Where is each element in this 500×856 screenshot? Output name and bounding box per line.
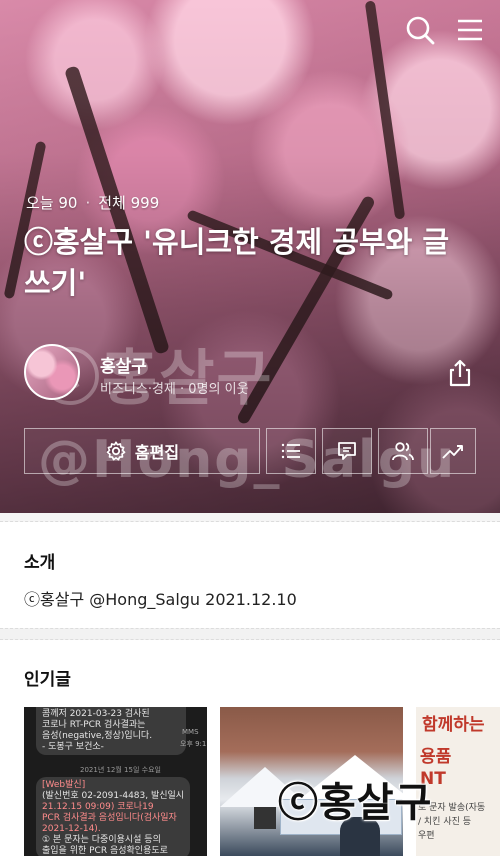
sms-time: 오후 9:17 bbox=[180, 740, 207, 748]
popular-heading: 인기글 bbox=[24, 670, 71, 690]
guestbook-button[interactable] bbox=[322, 428, 372, 474]
sms-line: 21.12.15 09:09) 코로나19 bbox=[42, 802, 154, 812]
sms-line: - 도봉구 보건소- bbox=[42, 742, 104, 752]
profile-nickname[interactable]: 홍살구 bbox=[100, 352, 147, 377]
post-list-button[interactable] bbox=[266, 428, 316, 474]
total-count: 전체 999 bbox=[98, 194, 160, 212]
list-icon bbox=[281, 443, 300, 459]
comment-icon bbox=[338, 442, 356, 460]
popular-post-thumbnail-1[interactable]: 콤께저 2021-03-23 검사된 코로나 RT-PCR 검사결과는 음성(n… bbox=[24, 707, 207, 856]
sms-line: 코로나 RT-PCR 검사결과는 bbox=[42, 720, 146, 730]
blog-title[interactable]: ⓒ홍살구 '유니크한 경제 공부와 글쓰기' bbox=[24, 222, 474, 304]
poster-line: 함께하는 bbox=[422, 715, 485, 735]
stats-icon bbox=[442, 445, 463, 459]
search-icon[interactable] bbox=[404, 14, 436, 46]
intro-text: ⓒ홍살구 @Hong_Salgu 2021.12.10 bbox=[24, 590, 297, 609]
profile-avatar[interactable] bbox=[24, 344, 80, 400]
sms-line: ① 본 문자는 다중이용시설 등의 bbox=[42, 835, 161, 845]
poster-line: 우편 bbox=[418, 831, 435, 841]
home-edit-button[interactable]: 홈편집 bbox=[24, 428, 260, 474]
sms-line: 출입을 위한 PCR 음성확인용도로 bbox=[42, 846, 168, 856]
sms-date: 2021년 12월 15일 수요일 bbox=[80, 766, 161, 774]
intro-heading: 소개 bbox=[24, 553, 56, 573]
home-action-bar: 홈편집 bbox=[24, 428, 476, 476]
sms-line: 콤께저 2021-03-23 검사된 bbox=[42, 709, 150, 719]
gear-icon bbox=[106, 441, 126, 461]
profile-meta: 비즈니스·경제 · 0명의 이웃 bbox=[100, 382, 249, 397]
menu-icon[interactable] bbox=[454, 14, 486, 46]
sms-line: 음성(negative,정상)입니다. bbox=[42, 731, 153, 741]
share-icon[interactable] bbox=[446, 358, 474, 388]
sms-line: PCR 검사결과 음성입니다(검사일자 bbox=[42, 813, 177, 823]
poster-line: 용품 bbox=[420, 747, 452, 767]
statistics-button[interactable] bbox=[430, 428, 476, 474]
thumbnail-watermark: ⓒ홍살구 bbox=[278, 780, 433, 826]
sms-line: [Web발신] bbox=[42, 780, 86, 790]
today-count: 오늘 90 bbox=[26, 194, 78, 212]
section-divider bbox=[0, 628, 500, 640]
sms-type: MMS bbox=[182, 728, 199, 736]
section-divider bbox=[0, 513, 500, 522]
home-edit-label: 홈편집 bbox=[134, 443, 180, 462]
neighbors-button[interactable] bbox=[378, 428, 428, 474]
visitor-stats: 오늘 90 · 전체 999 bbox=[26, 194, 160, 212]
sms-line: (발신번호 02-2091-4483, 발신일시 bbox=[42, 791, 185, 801]
neighbors-icon bbox=[392, 442, 414, 461]
sms-line: 2021-12-14). bbox=[42, 824, 101, 834]
